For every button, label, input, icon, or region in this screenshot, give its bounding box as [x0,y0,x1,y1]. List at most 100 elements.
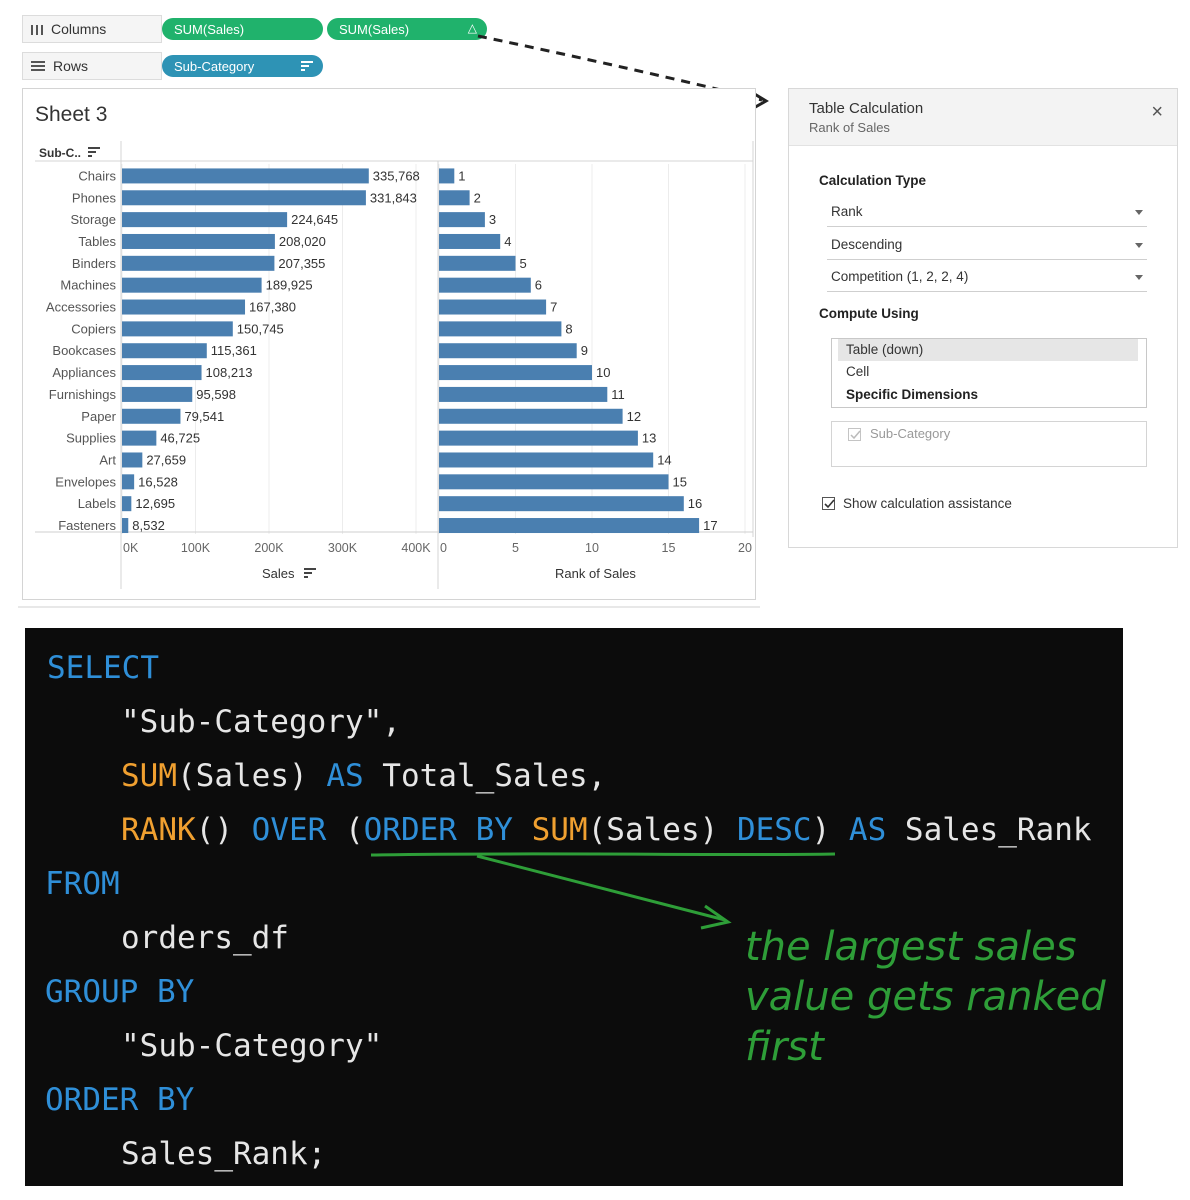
rank-method-dropdown[interactable]: Competition (1, 2, 2, 4) [827,266,1147,292]
rank-data-label: 16 [688,496,702,511]
category-label: Art [99,452,116,467]
pill-sub-category[interactable]: Sub-Category [162,55,323,77]
rank-tick-label: 20 [738,541,752,555]
pill-label: SUM(Sales) [174,21,245,37]
rank-bar [439,212,485,228]
order-value: Descending [831,237,903,252]
category-label: Storage [70,212,116,227]
sub-category-dimension-label: Sub-Category [870,426,951,441]
sales-data-label: 27,659 [146,452,186,467]
category-label: Bookcases [52,343,116,358]
rank-data-label: 6 [535,278,542,293]
rank-data-label: 12 [627,409,641,424]
category-label: Fasteners [58,518,116,533]
sales-data-label: 331,843 [370,190,417,205]
sales-bar [122,386,193,402]
rank-bar [439,430,638,446]
chevron-down-icon [1135,210,1143,215]
annotation-line-3: first [745,1024,824,1070]
sales-bar [122,190,366,206]
sales-data-label: 224,645 [291,212,338,227]
pill-sum-sales-1[interactable]: SUM(Sales) [162,18,323,40]
category-label: Chairs [78,168,116,183]
rank-data-label: 11 [611,387,625,402]
rank-tick-label: 0 [440,541,447,555]
calc-type-value: Rank [831,204,863,219]
sales-data-label: 207,355 [278,256,325,271]
sales-bar [122,430,157,446]
rank-data-label: 1 [458,168,465,183]
category-label: Labels [78,496,117,511]
category-label: Copiers [71,321,116,336]
rank-data-label: 2 [474,190,481,205]
panel-title: Table Calculation [809,100,924,117]
show-assistance-label: Show calculation assistance [843,496,1012,511]
sales-data-label: 335,768 [373,168,420,183]
sales-bar [122,321,233,337]
sales-bar [122,408,181,424]
sales-data-label: 46,725 [160,431,200,446]
sales-bar [122,212,288,228]
chevron-down-icon [1135,243,1143,248]
option-cell[interactable]: Cell [838,361,1138,383]
option-specific-dimensions[interactable]: Specific Dimensions [838,384,1138,406]
order-dropdown[interactable]: Descending [827,234,1147,260]
rank-bar [439,408,623,424]
close-icon[interactable]: × [1151,101,1163,124]
panel-subtitle: Rank of Sales [809,120,890,135]
calc-type-dropdown[interactable]: Rank [827,201,1147,227]
rank-bar [439,496,684,512]
sub-category-checkbox[interactable] [848,428,861,441]
rank-axis-title: Rank of Sales [555,566,636,581]
sales-bar [122,496,132,512]
annotation-arrow [370,852,836,930]
sales-data-label: 108,213 [206,365,253,380]
pill-label: Sub-Category [174,58,255,74]
rows-icon [31,61,45,71]
sales-data-label: 79,541 [184,409,224,424]
rank-data-label: 7 [550,300,557,315]
chevron-down-icon [1135,275,1143,280]
sales-bar [122,299,246,315]
show-assistance-checkbox[interactable] [822,497,835,510]
rank-bar [439,386,608,402]
rank-bar [439,321,562,337]
sales-bar [122,277,262,293]
compute-using-heading: Compute Using [819,306,919,321]
sort-icon [304,568,317,578]
category-label: Paper [81,409,116,424]
rank-data-label: 13 [642,431,656,446]
sales-bar [122,343,207,359]
rank-data-label: 8 [565,321,572,336]
sales-data-label: 8,532 [132,518,165,533]
check-icon [850,430,861,440]
divider [18,606,760,608]
sales-tick-label: 400K [401,541,431,555]
sales-axis-label: Sales [262,566,295,581]
sales-bar [122,168,369,184]
option-table-down[interactable]: Table (down) [838,339,1138,361]
rank-bar [439,343,577,359]
rank-data-label: 17 [703,518,717,533]
rank-method-value: Competition (1, 2, 2, 4) [831,269,969,284]
check-icon [824,499,835,509]
category-label: Binders [72,256,117,271]
sales-data-label: 115,361 [211,343,257,358]
sales-bar [122,365,202,381]
sales-bar [122,255,275,271]
category-label: Phones [72,190,117,205]
sales-axis-title: Sales [262,566,317,581]
rank-bar [439,474,669,490]
category-label: Supplies [66,431,116,446]
sales-data-label: 95,598 [196,387,236,402]
annotation-line-1: the largest sales [745,924,1077,970]
category-label: Tables [78,234,116,249]
rank-bar [439,233,501,249]
pill-sum-sales-2[interactable]: SUM(Sales) △ [327,18,487,40]
rank-bar [439,277,531,293]
worksheet: Sheet 3 Sub-C.. Chairs 335,768 1 Phones 331,… [22,88,756,600]
category-label: Appliances [52,365,116,380]
columns-label: Columns [51,21,107,37]
sales-bar [122,452,143,468]
rank-data-label: 14 [657,452,671,467]
